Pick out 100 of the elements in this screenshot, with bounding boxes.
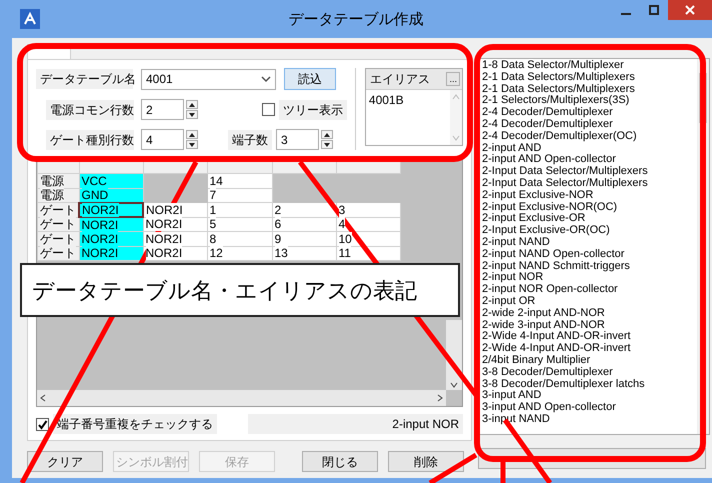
window-title: データテーブル作成 [288, 10, 424, 30]
row-header: ゲート [38, 246, 79, 261]
list-item[interactable]: 2-Wide 4-Input AND-OR-invert [482, 331, 695, 344]
list-item[interactable]: 2-1 Data Selectors/Multiplexers [482, 72, 695, 84]
checkbox[interactable] [36, 418, 49, 430]
close-button[interactable] [668, 0, 712, 20]
list-item[interactable]: 2-wide 3-input AND-NOR [482, 320, 695, 332]
browse-button[interactable]: ... [446, 72, 460, 86]
number-field[interactable]: 3 [276, 129, 319, 150]
field-label: データテーブル名 [36, 69, 133, 89]
callout-text: データテーブル名・エイリアスの表記 [20, 263, 460, 317]
table-cell[interactable]: NOR2I [143, 246, 207, 261]
list-item[interactable]: 3-8 Decoder/Demultiplexer latchs [482, 378, 695, 390]
table-cell[interactable]: NOR2I [143, 217, 207, 232]
list-item[interactable]: 2-input NOR [482, 272, 695, 284]
column-header: エイリアス [370, 71, 430, 88]
maximize-icon [649, 5, 659, 15]
table-cell[interactable]: 9 [272, 232, 336, 246]
list-item[interactable]: 2-1 Data Selectors/Multiplexers [482, 84, 695, 96]
table-cell[interactable]: NOR2I [143, 232, 207, 246]
table-cell[interactable]: NOR2I [79, 232, 143, 246]
field-label: 電源コモン行数 [46, 100, 134, 120]
close-icon [685, 5, 695, 15]
list-item[interactable]: 2/4bit Binary Multiplier [482, 354, 695, 367]
table-cell[interactable]: NOR2I [143, 202, 207, 218]
table-cell[interactable]: NOR2I [79, 202, 143, 218]
list-item[interactable]: 2-wide 2-input AND-NOR [482, 308, 695, 320]
table-cell[interactable]: VCC [79, 174, 143, 188]
horizontal-scrollbar[interactable] [37, 390, 446, 406]
spin-up-button[interactable] [321, 130, 333, 139]
number-field[interactable]: 4 [141, 129, 184, 150]
row-header: ゲート [38, 217, 79, 232]
minimize-icon [621, 13, 631, 15]
checkbox-label: 端子番号重複をチェックする [53, 414, 217, 434]
spin-down-button[interactable] [321, 140, 333, 149]
row-header: ゲート [38, 202, 79, 218]
list-item[interactable]: 2-Input Exclusive-OR(OC) [482, 225, 695, 237]
table-cell[interactable]: 6 [272, 217, 336, 232]
table-cell[interactable]: NOR2I [79, 217, 143, 232]
list-item[interactable]: 4001B [368, 91, 447, 109]
scroll-left-icon [40, 394, 46, 402]
down-arrow-icon [188, 140, 196, 148]
list-item[interactable]: 3-input AND [482, 390, 695, 402]
number-field[interactable]: 2 [141, 99, 184, 120]
list-item[interactable]: 3-8 Decoder/Demultiplexer [482, 366, 695, 379]
field-label: ゲート種別行数 [46, 130, 134, 150]
table-cell[interactable]: 13 [272, 246, 336, 261]
list-item[interactable]: 2-input AND Open-collector [482, 154, 695, 166]
scroll-down-icon [452, 135, 460, 141]
table-cell[interactable]: NOR2I [79, 246, 143, 261]
list-item[interactable]: 2-input Exclusive-OR [482, 213, 695, 226]
up-arrow-icon [188, 130, 196, 138]
spin-down-button[interactable] [186, 140, 198, 149]
spin-up-button[interactable] [186, 100, 198, 109]
list-item[interactable]: 2-input Exclusive-NOR [482, 190, 695, 202]
field-label: 端子数 [228, 130, 272, 150]
list-item[interactable]: 3-input AND Open-collector [482, 402, 695, 414]
status-text: 2-input NOR [248, 414, 463, 434]
load-button[interactable]: 読込 [284, 68, 336, 90]
table-cell[interactable]: 7 [207, 188, 272, 203]
list-item[interactable]: 2-input NAND Open-collector [482, 248, 695, 261]
scroll-up-icon [452, 94, 460, 100]
table-cell[interactable]: 12 [207, 246, 272, 261]
action-button[interactable]: クリア [27, 451, 103, 472]
list-item[interactable]: 2-4 Decoder/Demultiplexer [482, 118, 695, 131]
table-name-dropdown[interactable]: 4001 [141, 68, 276, 90]
check-icon [37, 418, 48, 430]
action-button[interactable]: 閉じる [302, 451, 378, 472]
table-cell[interactable]: 5 [207, 217, 272, 232]
row-header: 電源 [38, 188, 79, 203]
list-item[interactable]: 2-input OR [482, 296, 695, 308]
checkbox[interactable] [262, 103, 275, 116]
leader-line [428, 452, 478, 483]
list-item[interactable]: 2-input NOR Open-collector [482, 284, 695, 296]
list-item[interactable]: 2-input Exclusive-NOR(OC) [482, 202, 695, 214]
table-cell[interactable]: 1 [207, 202, 272, 218]
list-item[interactable]: 2-Input Data Selector/Multiplexers [482, 166, 695, 178]
list-item[interactable]: 2-Input Data Selector/Multiplexers [482, 178, 695, 190]
scroll-down-icon [450, 382, 458, 388]
action-button[interactable]: 削除 [388, 451, 464, 472]
list-item[interactable]: 1-8 Data Selector/Multiplexer [482, 60, 695, 72]
caret-icon [261, 75, 271, 83]
spin-up-button[interactable] [186, 130, 198, 139]
alias-list[interactable]: エイリアス ... 4001B [364, 68, 463, 146]
scrollbar[interactable] [450, 90, 462, 145]
scroll-right-icon [437, 394, 443, 402]
dropdown-value: 4001 [146, 71, 173, 88]
row-header: ゲート [38, 232, 79, 246]
spin-down-button[interactable] [186, 110, 198, 119]
table-cell[interactable]: 8 [207, 232, 272, 246]
list-item[interactable]: 2-input NAND Schmitt-triggers [482, 260, 695, 272]
list-item[interactable]: 2-4 Decoder/Demultiplexer [482, 107, 695, 119]
list-item[interactable]: 2-input NAND [482, 236, 695, 249]
table-cell[interactable]: 14 [207, 174, 272, 188]
list-item[interactable]: 2-Wide 4-Input AND-OR-invert [482, 343, 695, 355]
list-item[interactable]: 2-input AND [482, 142, 695, 154]
table-cell[interactable]: 3 [336, 202, 400, 218]
list-item[interactable]: 2-4 Decoder/Demultiplexer(OC) [482, 130, 695, 143]
app-icon [20, 9, 40, 29]
list-item[interactable]: 2-1 Selectors/Multiplexers(3S) [482, 95, 695, 108]
